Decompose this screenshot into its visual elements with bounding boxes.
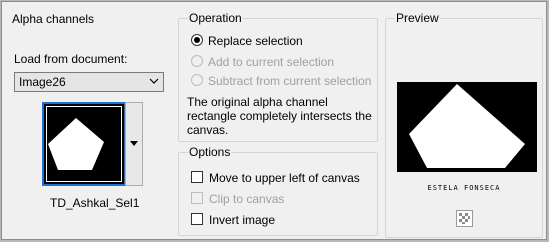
subtract-selection-label: Subtract from current selection	[208, 74, 372, 88]
dropdown-arrow-icon	[130, 141, 138, 146]
preview-zoom-icon[interactable]	[456, 210, 473, 227]
add-selection-radio[interactable]	[191, 55, 203, 67]
invert-image-checkbox[interactable]	[191, 213, 203, 225]
selection-thumbnail[interactable]	[42, 102, 126, 186]
operation-title: Operation	[188, 11, 243, 25]
clip-to-canvas-checkbox[interactable]	[191, 192, 203, 204]
watermark-signature: ESTELA FONSECA	[427, 184, 501, 192]
preview-group: Preview ESTELA FONSECA	[385, 11, 543, 238]
load-from-document-label: Load from document:	[14, 52, 128, 66]
invert-image-label: Invert image	[209, 213, 276, 227]
selection-shape-preview	[409, 84, 525, 168]
replace-selection-radio[interactable]	[191, 34, 203, 46]
subtract-selection-radio[interactable]	[191, 74, 203, 86]
move-upper-left-checkbox[interactable]	[191, 171, 203, 183]
preview-canvas	[397, 82, 537, 172]
chevron-down-icon	[149, 78, 159, 84]
replace-selection-label: Replace selection	[208, 34, 303, 48]
operation-group: Operation Replace selection Add to curre…	[178, 11, 378, 142]
load-selection-from-alpha-dialog: Alpha channels Load from document: Image…	[1, 1, 547, 240]
selection-shape-thumbnail	[48, 118, 104, 170]
document-select-value: Image26	[19, 75, 66, 89]
document-select[interactable]: Image26	[14, 72, 164, 92]
selection-name-label: TD_Ashkal_Sel1	[50, 196, 140, 210]
preview-title: Preview	[395, 11, 440, 25]
alpha-channels-group: Alpha channels Load from document: Image…	[5, 9, 171, 237]
options-group: Options Move to upper left of canvas Cli…	[178, 145, 378, 236]
alpha-channels-title: Alpha channels	[12, 12, 95, 26]
selection-dropdown-button[interactable]	[125, 102, 143, 186]
options-title: Options	[188, 145, 232, 159]
operation-info-text: The original alpha channel rectangle com…	[187, 95, 372, 137]
clip-to-canvas-label: Clip to canvas	[209, 192, 285, 206]
move-upper-left-label: Move to upper left of canvas	[209, 171, 360, 185]
add-selection-label: Add to current selection	[208, 55, 335, 69]
